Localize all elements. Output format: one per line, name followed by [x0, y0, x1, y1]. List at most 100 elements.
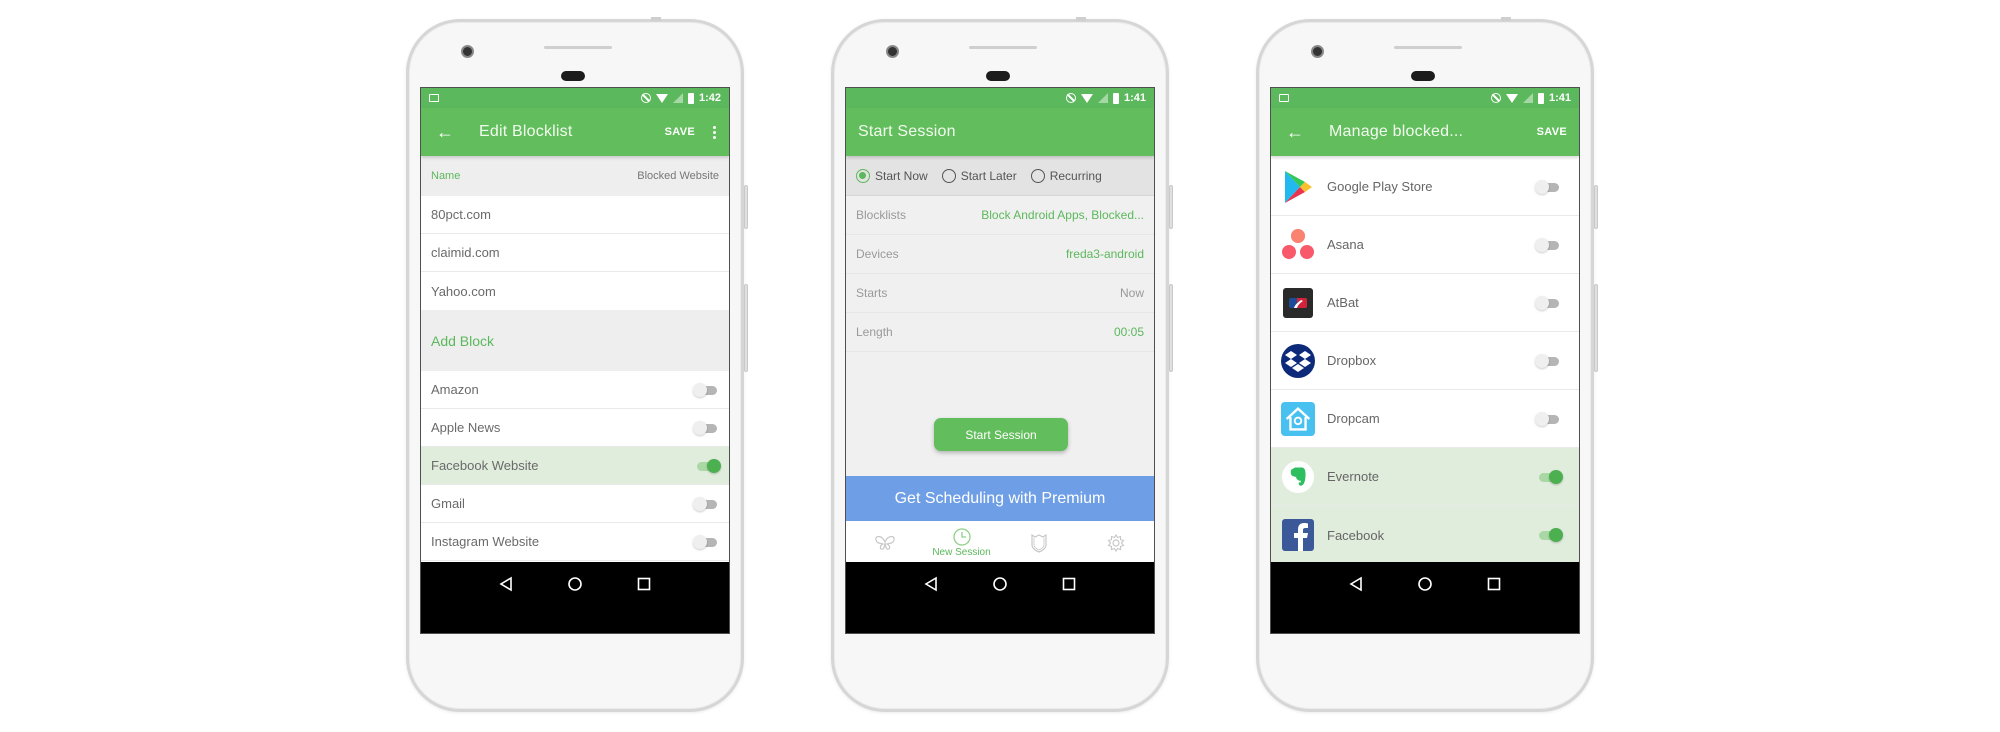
nav-recents-icon[interactable]	[1057, 572, 1081, 596]
facebook-icon	[1281, 518, 1315, 552]
detail-value: Block Android Apps, Blocked...	[981, 208, 1144, 222]
app-label: Amazon	[431, 382, 479, 397]
radio-unchecked-icon	[941, 168, 956, 183]
app-toolbar: ← Manage blocked... SAVE	[1271, 108, 1579, 156]
page-title: Start Session	[858, 123, 956, 140]
tab-blocklists[interactable]	[1000, 521, 1077, 564]
detail-value: Now	[1119, 286, 1144, 300]
site-item[interactable]: 80pct.com	[421, 196, 729, 234]
nav-back-icon[interactable]	[919, 572, 943, 596]
image-notification-icon	[1279, 94, 1289, 102]
devices-row[interactable]: Devices freda3-android	[846, 235, 1154, 274]
save-button[interactable]: SAVE	[665, 126, 695, 138]
blocklist-name-field[interactable]: Name Blocked Website	[421, 156, 729, 196]
wifi-icon	[1080, 93, 1093, 103]
app-block-item[interactable]: Gmail	[421, 485, 729, 523]
nav-home-icon[interactable]	[563, 572, 587, 596]
signal-icon	[1097, 93, 1108, 103]
signal-icon	[1522, 93, 1533, 103]
android-nav-bar	[1271, 562, 1579, 633]
block-toggle[interactable]	[1535, 411, 1561, 426]
earpiece	[986, 71, 1010, 81]
premium-banner[interactable]: Get Scheduling with Premium	[846, 476, 1154, 521]
save-button[interactable]: SAVE	[1537, 126, 1567, 138]
block-toggle[interactable]	[693, 496, 719, 511]
nav-home-icon[interactable]	[988, 572, 1012, 596]
app-block-item[interactable]: Asana	[1271, 216, 1579, 274]
block-toggle[interactable]	[1535, 528, 1563, 542]
site-label: 80pct.com	[431, 207, 491, 222]
block-toggle[interactable]	[693, 534, 719, 549]
back-arrow-icon[interactable]: ←	[1283, 122, 1307, 143]
session-type-radio-group: Start Now Start Later Recurring	[846, 156, 1154, 196]
do-not-disturb-icon	[1065, 93, 1076, 103]
radio-start-later[interactable]: Start Later	[941, 168, 1017, 183]
butterfly-icon	[874, 535, 895, 550]
android-nav-bar	[421, 562, 729, 633]
site-item[interactable]: Yahoo.com	[421, 272, 729, 310]
radio-recurring[interactable]: Recurring	[1030, 168, 1102, 183]
phone-edit-blocklist: 1:42 ← Edit Blocklist SAVE Name Blocked …	[406, 17, 748, 712]
app-block-item[interactable]: Facebook Website	[421, 447, 729, 485]
length-row[interactable]: Length 00:05	[846, 313, 1154, 352]
starts-row[interactable]: Starts Now	[846, 274, 1154, 313]
status-time: 1:42	[698, 92, 721, 104]
app-block-item[interactable]: AtBat	[1271, 274, 1579, 332]
add-block-label: Add Block	[431, 332, 495, 349]
nav-home-icon[interactable]	[1413, 572, 1437, 596]
site-label: Yahoo.com	[431, 283, 496, 299]
nav-recents-icon[interactable]	[1482, 572, 1506, 596]
phone-top-nub	[651, 17, 661, 21]
app-block-item[interactable]: Instagram Website	[421, 523, 729, 561]
blocklists-row[interactable]: Blocklists Block Android Apps, Blocked..…	[846, 196, 1154, 235]
back-arrow-icon[interactable]: ←	[433, 122, 457, 143]
block-toggle[interactable]	[1535, 295, 1561, 310]
page-title: Edit Blocklist	[479, 123, 573, 140]
block-toggle[interactable]	[1535, 353, 1561, 368]
block-toggle[interactable]	[1535, 237, 1561, 252]
nav-back-icon[interactable]	[494, 572, 518, 596]
block-toggle[interactable]	[693, 382, 719, 397]
site-item[interactable]: claimid.com	[421, 234, 729, 272]
radio-unchecked-icon	[1030, 168, 1045, 183]
mlb-atbat-icon	[1281, 286, 1315, 320]
block-toggle[interactable]	[693, 458, 721, 473]
dropcam-icon	[1281, 401, 1315, 436]
name-value: Blocked Website	[637, 170, 719, 182]
tab-home[interactable]	[846, 521, 923, 564]
wifi-icon	[655, 93, 668, 103]
radio-start-now[interactable]: Start Now	[856, 168, 928, 183]
app-block-item[interactable]: Amazon	[421, 371, 729, 409]
start-session-button[interactable]: Start Session	[934, 418, 1068, 451]
block-toggle[interactable]	[1535, 469, 1563, 484]
app-block-item[interactable]: Apple News	[421, 409, 729, 447]
screen: 1:42 ← Edit Blocklist SAVE Name Blocked …	[420, 87, 730, 634]
status-time: 1:41	[1123, 92, 1146, 104]
battery-icon	[1112, 92, 1119, 104]
app-block-item[interactable]: Dropbox	[1271, 332, 1579, 390]
nav-back-icon[interactable]	[1344, 572, 1368, 596]
google-play-icon	[1281, 170, 1315, 204]
app-toolbar: ← Edit Blocklist SAVE	[421, 108, 729, 156]
block-toggle[interactable]	[693, 420, 719, 435]
tab-new-session[interactable]: New Session	[923, 521, 1000, 564]
app-block-item[interactable]: Google Play Store	[1271, 158, 1579, 216]
speaker-grille	[544, 46, 612, 49]
phone-manage-blocked: 1:41 ← Manage blocked... SAVE Google Pla…	[1256, 17, 1598, 712]
detail-value: freda3-android	[1065, 247, 1144, 261]
app-label: Dropcam	[1327, 411, 1380, 426]
overflow-menu-icon[interactable]	[713, 125, 717, 139]
status-bar: 1:42	[421, 88, 729, 108]
app-block-item[interactable]: Dropcam	[1271, 390, 1579, 448]
detail-value: 00:05	[1113, 325, 1144, 339]
app-block-item[interactable]: Evernote	[1271, 448, 1579, 506]
app-label: Facebook Website	[431, 458, 539, 473]
tab-settings[interactable]	[1077, 521, 1154, 564]
detail-label: Devices	[856, 247, 899, 261]
app-block-item[interactable]: Facebook	[1271, 506, 1579, 564]
speaker-grille	[969, 46, 1037, 49]
block-toggle[interactable]	[1535, 179, 1561, 194]
nav-recents-icon[interactable]	[632, 572, 656, 596]
power-button	[1594, 185, 1598, 229]
add-block-button[interactable]: Add Block	[421, 310, 729, 371]
